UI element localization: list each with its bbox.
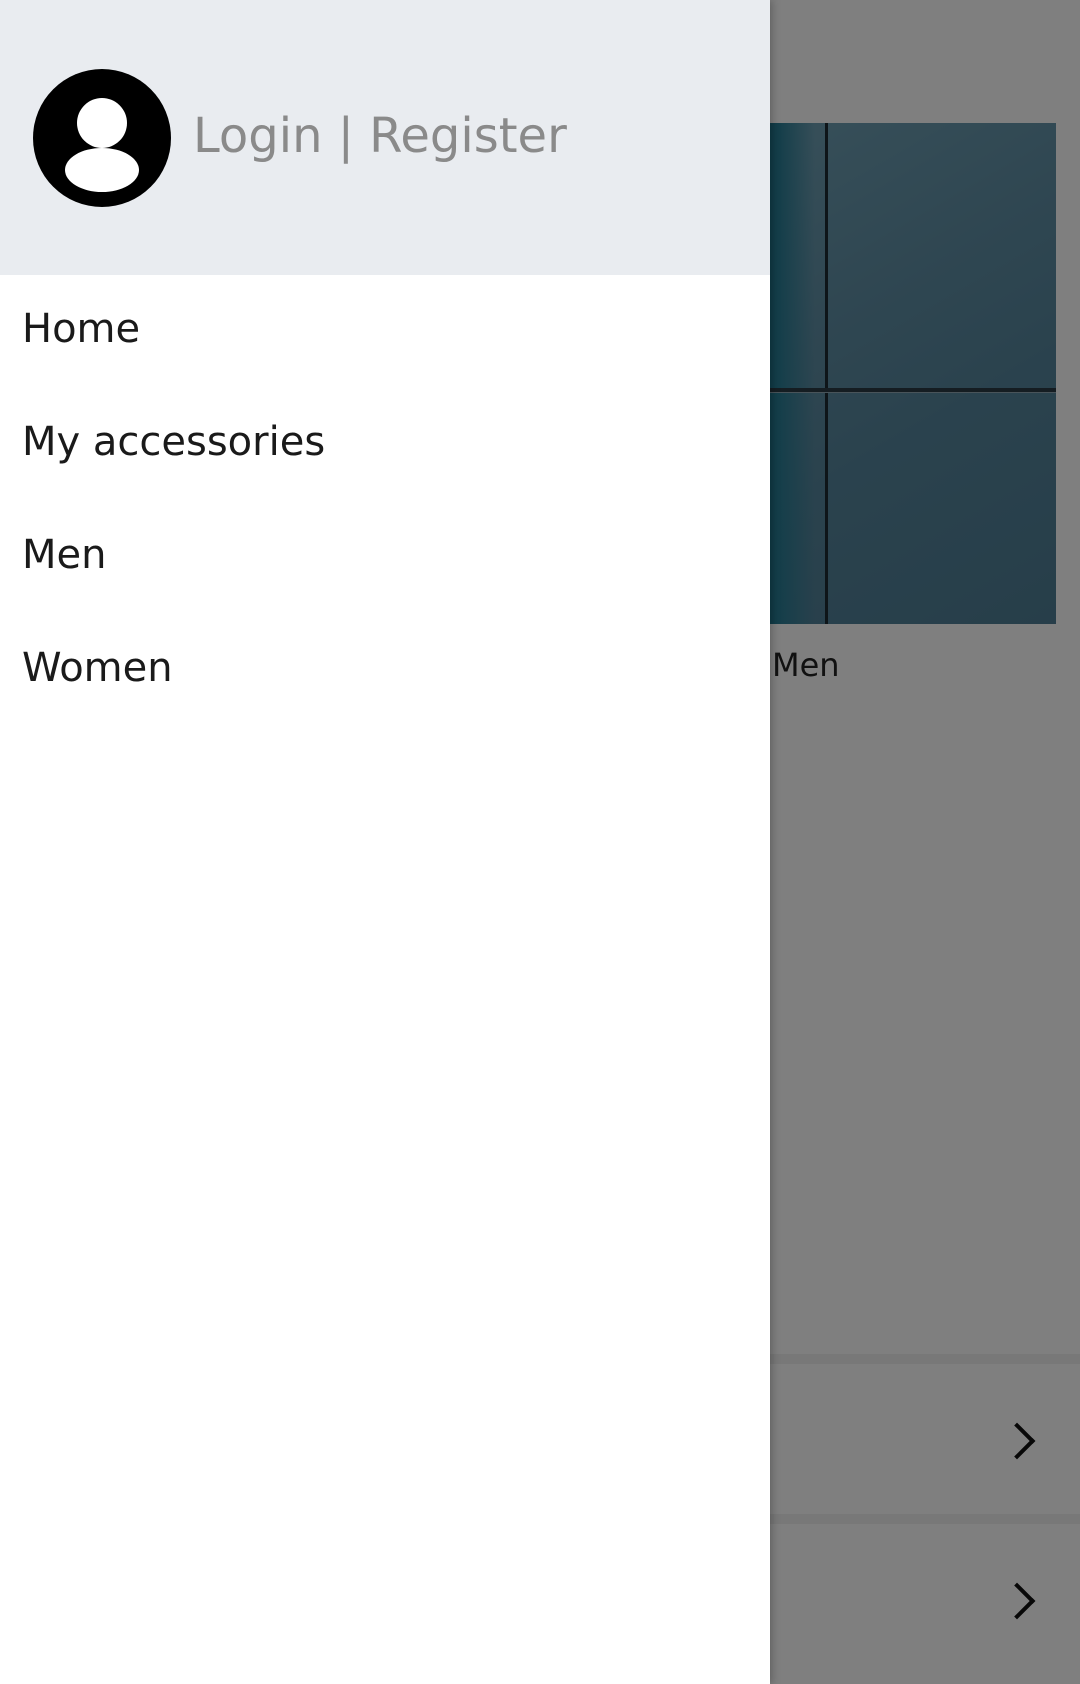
navigation-drawer: Login | Register Home My accessories Men… bbox=[0, 0, 770, 1684]
menu-item-my-accessories[interactable]: My accessories bbox=[0, 388, 770, 501]
account-circle-icon[interactable] bbox=[33, 69, 171, 207]
menu-item-women[interactable]: Women bbox=[0, 614, 770, 727]
login-register-link[interactable]: Login | Register bbox=[193, 108, 567, 164]
menu-item-home[interactable]: Home bbox=[0, 275, 770, 388]
drawer-menu: Home My accessories Men Women bbox=[0, 275, 770, 727]
menu-item-men[interactable]: Men bbox=[0, 501, 770, 614]
drawer-header: Login | Register bbox=[0, 0, 770, 275]
